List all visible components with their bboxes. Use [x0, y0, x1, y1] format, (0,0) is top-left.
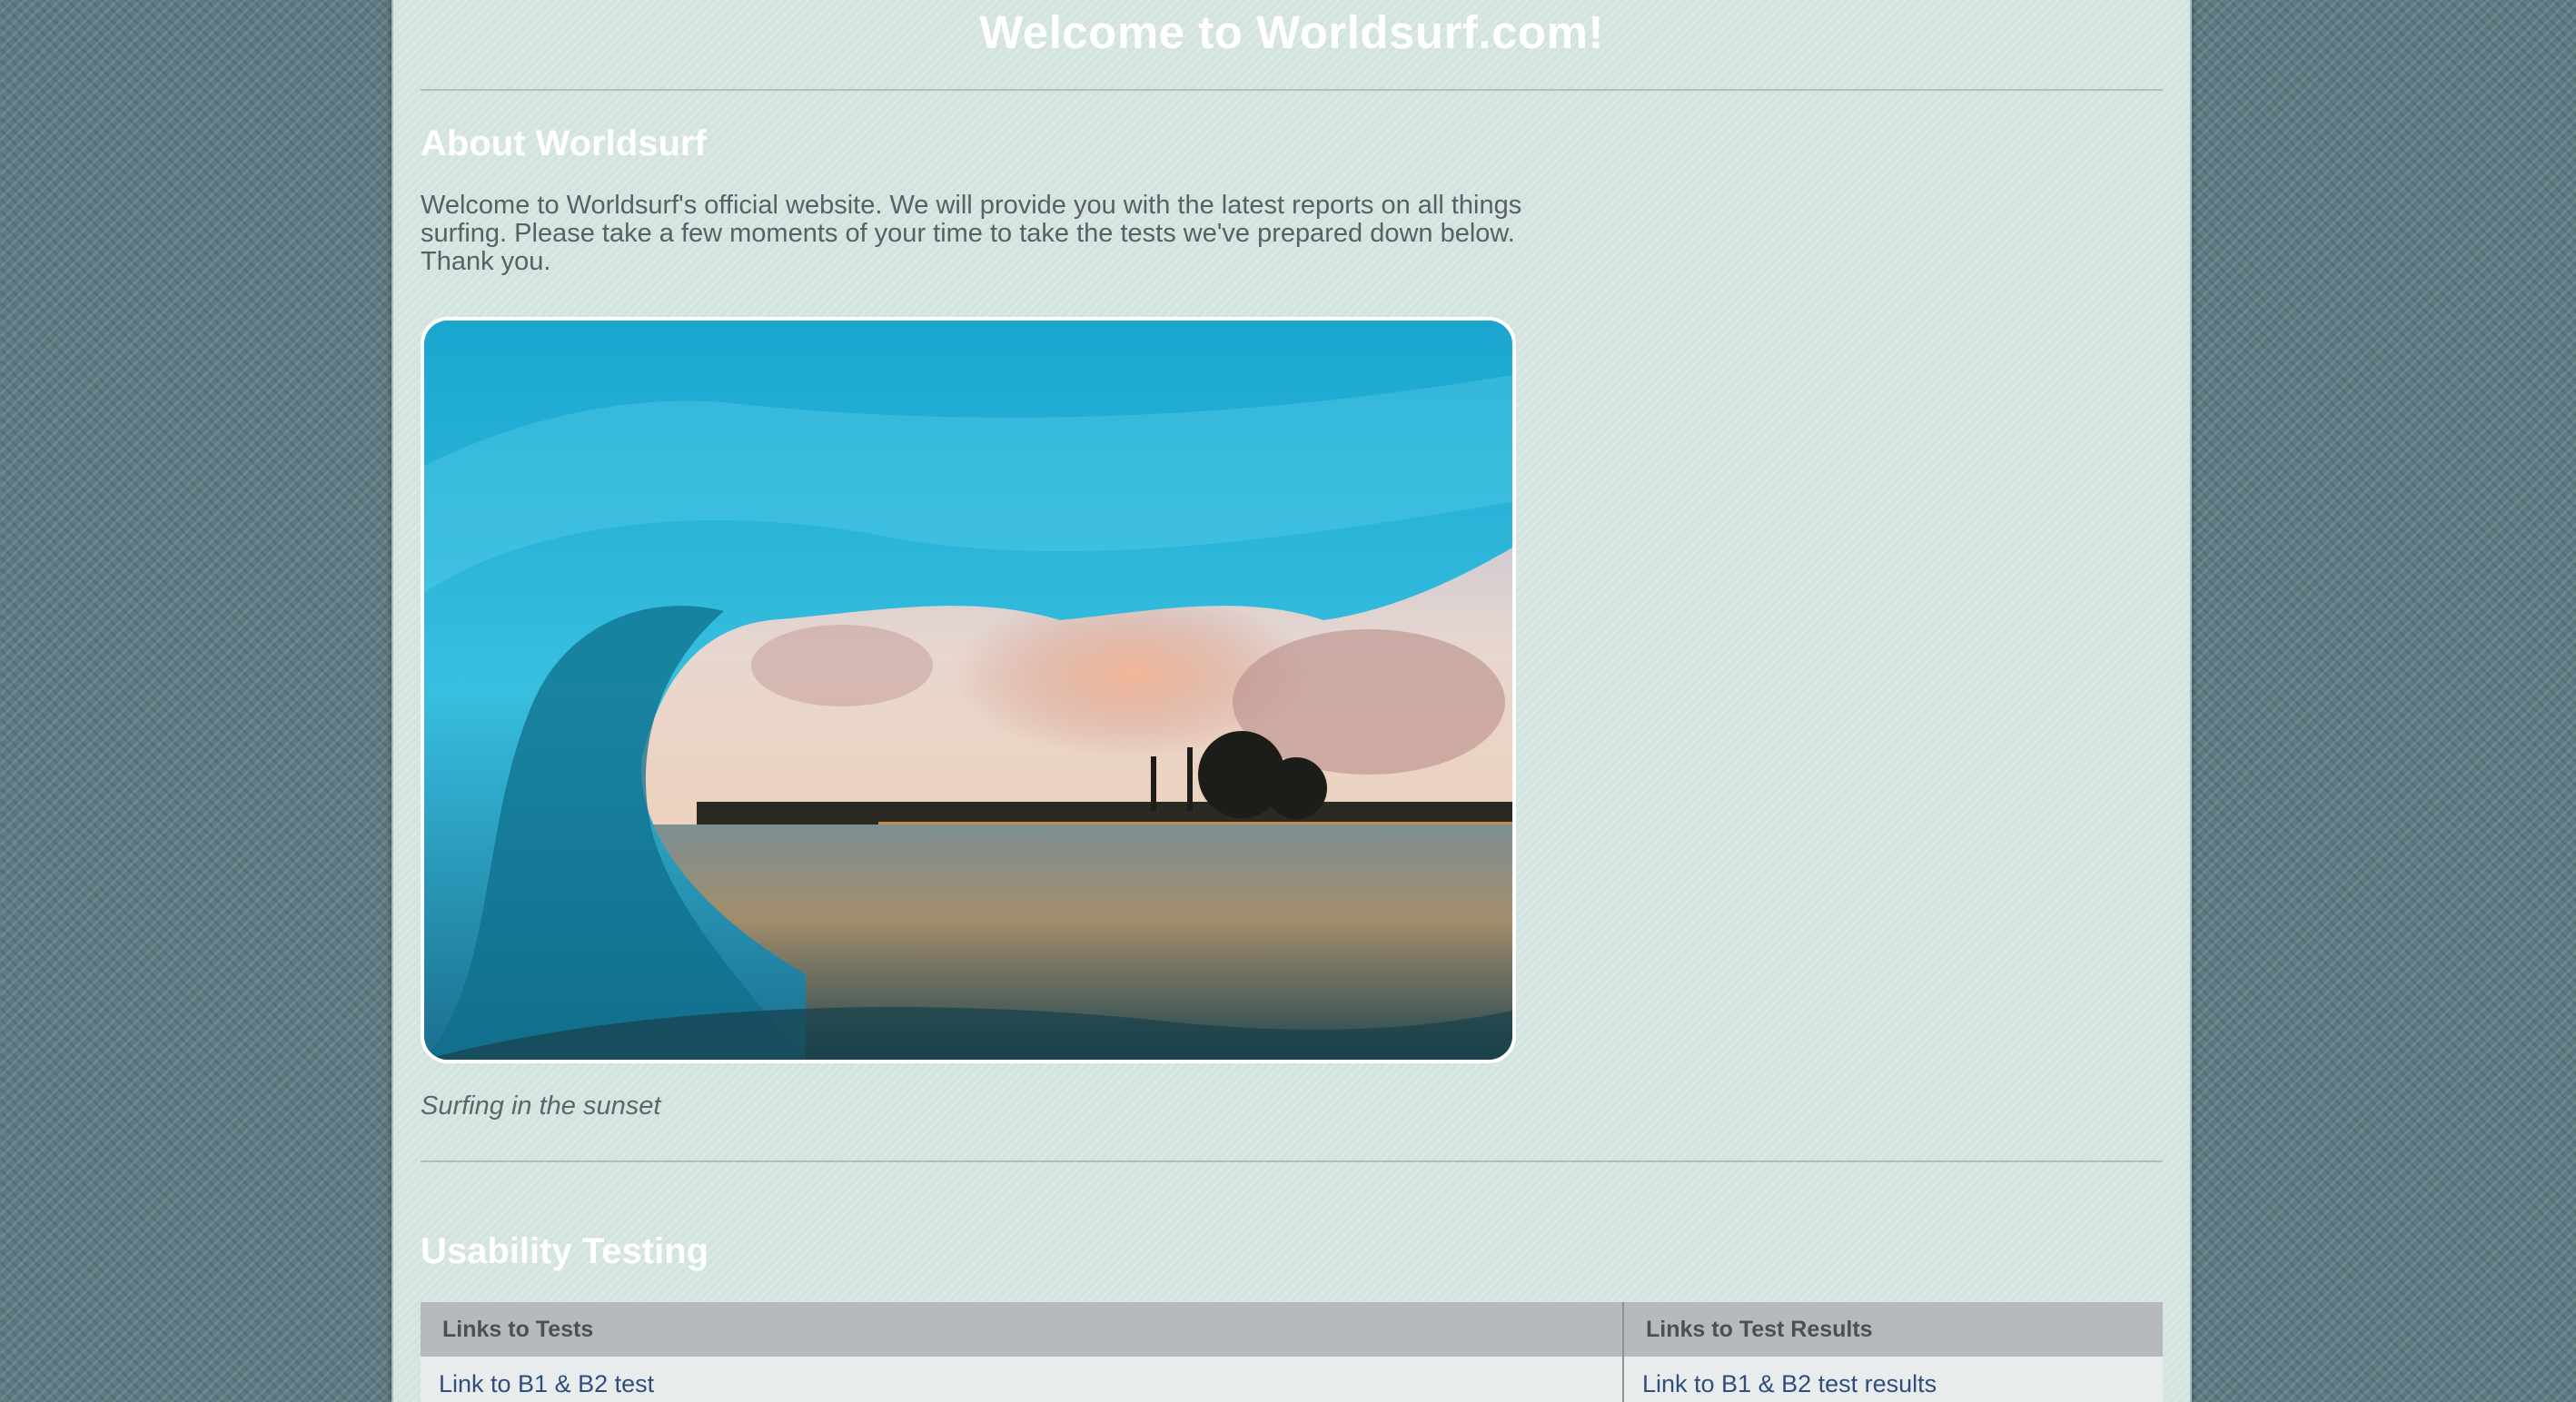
image-caption: Surfing in the sunset [421, 1091, 661, 1121]
b1-b2-test-results-link[interactable]: Link to B1 & B2 test results [1642, 1370, 1937, 1397]
tests-table: Links to Tests Links to Test Results Lin… [421, 1302, 2163, 1402]
column-header-tests: Links to Tests [421, 1302, 1624, 1357]
section-divider [421, 1160, 2163, 1162]
table-header-row: Links to Tests Links to Test Results [421, 1302, 2163, 1357]
page-title: Welcome to Worldsurf.com! [979, 6, 1604, 58]
about-text: Welcome to Worldsurf's official website.… [421, 191, 1522, 276]
column-header-results: Links to Test Results [1623, 1302, 2163, 1357]
top-divider [421, 89, 2163, 91]
table-cell: Link to B1 & B2 test [421, 1357, 1624, 1402]
page-container: Welcome to Worldsurf.com! About Worldsur… [391, 0, 2192, 1402]
table-row: Link to B1 & B2 test Link to B1 & B2 tes… [421, 1357, 2163, 1402]
about-heading: About Worldsurf [421, 123, 707, 163]
surf-wave-image [421, 317, 1516, 1063]
wave-illustration [424, 321, 1512, 1060]
b1-b2-test-link[interactable]: Link to B1 & B2 test [439, 1370, 654, 1397]
usability-heading: Usability Testing [421, 1231, 709, 1271]
table-cell: Link to B1 & B2 test results [1623, 1357, 2163, 1402]
